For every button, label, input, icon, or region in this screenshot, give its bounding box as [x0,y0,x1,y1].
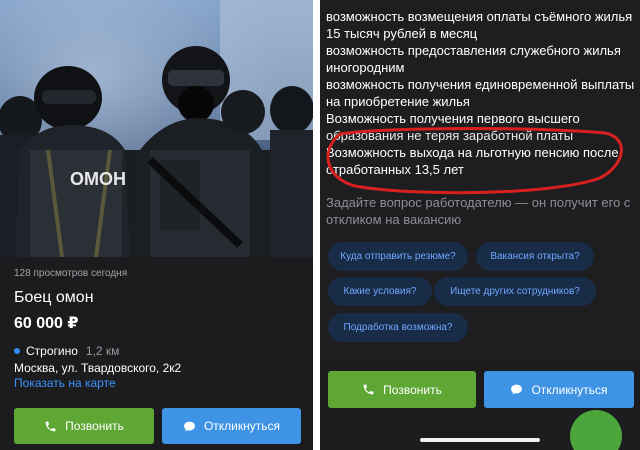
question-chip[interactable]: Куда отправить резюме? [328,242,468,271]
address: Москва, ул. Твардовского, 2к2 [14,361,182,375]
home-indicator[interactable] [420,438,540,442]
metro-line-icon [14,348,20,354]
chat-bubble-icon [511,384,523,395]
respond-button[interactable]: Откликнуться [484,371,634,408]
respond-button-label: Откликнуться [531,382,608,397]
metro-distance: 1,2 км [85,344,120,358]
question-chip[interactable]: Подработка возможна? [328,313,468,342]
phone-icon [45,421,56,431]
views-counter: 128 просмотров сегодня [14,268,128,279]
hint-line: Задайте вопрос работодателю — он получит… [326,195,631,210]
metro-info: Строгино 1,2 км [14,344,119,358]
respond-button[interactable]: Откликнуться [162,408,301,444]
salary: 60 000 ₽ [14,315,79,332]
phone-icon [363,384,374,395]
right-phone-screen: возможность возмещения оплаты съёмного ж… [320,0,640,450]
question-chip[interactable]: Какие условия? [328,277,432,306]
job-title: Боец омон [14,289,94,306]
call-button-label: Позвонить [383,382,442,397]
red-highlight-ellipse [326,127,623,195]
left-phone-screen: ОМОН 128 просмотров сегодня Боец омон 60… [0,0,313,450]
call-button-label: Позвонить [65,419,124,433]
metro-station: Строгино [26,344,78,358]
omon-back-label: ОМОН [70,169,126,189]
vacancy-photo: ОМОН [0,0,313,257]
call-button[interactable]: Позвонить [328,371,476,408]
hint-line: откликом на вакансию [326,212,462,227]
show-on-map-link[interactable]: Показать на карте [14,376,116,390]
question-chip[interactable]: Вакансия открыта? [476,242,594,271]
call-button[interactable]: Позвонить [14,408,154,444]
question-chip[interactable]: Ищете других сотрудников? [434,277,596,306]
chat-bubble-icon [184,421,195,431]
respond-button-label: Откликнуться [203,419,281,433]
ask-employer-hint: Задайте вопрос работодателю — он получит… [326,194,630,228]
